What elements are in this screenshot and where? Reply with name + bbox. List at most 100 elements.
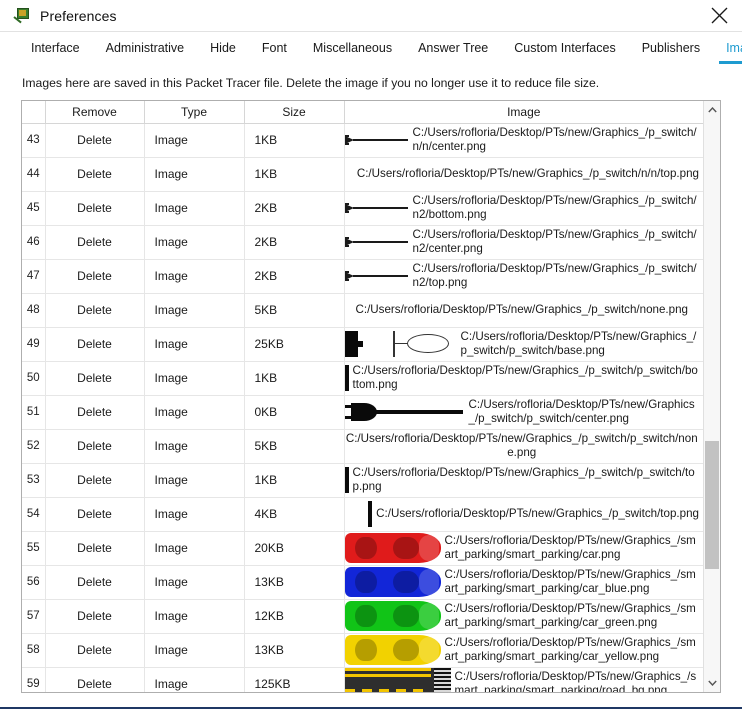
base-thumbnail xyxy=(344,331,457,357)
delete-link[interactable]: Delete xyxy=(45,293,145,328)
table-row[interactable]: 46 Delete Image 2KB C:/Users/rofloria/Deskto… xyxy=(22,225,703,260)
delete-link[interactable]: Delete xyxy=(45,667,145,692)
row-type: Image xyxy=(144,667,245,692)
delete-link[interactable]: Delete xyxy=(45,463,145,498)
delete-link[interactable]: Delete xyxy=(45,565,145,600)
table-row[interactable]: 44 Delete Image 1KB C:/Users/rofloria/Deskto… xyxy=(22,157,703,192)
column-header-size[interactable]: Size xyxy=(244,101,345,124)
table-row[interactable]: 56 Delete Image 13KB C:/Users/rofloria/Deskt… xyxy=(22,565,703,600)
description-text: Images here are saved in this Packet Tra… xyxy=(22,76,600,90)
row-index: 48 xyxy=(22,293,46,328)
table-row[interactable]: 47 Delete Image 2KB C:/Users/rofloria/Deskto… xyxy=(22,259,703,294)
car-thumbnail xyxy=(344,635,441,665)
car-thumbnail xyxy=(344,601,441,631)
title-bar: Preferences xyxy=(0,0,742,31)
column-header-remove[interactable]: Remove xyxy=(45,101,145,124)
packet-tracer-icon xyxy=(13,7,31,24)
table-row[interactable]: 58 Delete Image 13KB C:/Users/rofloria/Deskt… xyxy=(22,633,703,668)
delete-link[interactable]: Delete xyxy=(45,327,145,362)
tab-custom-interfaces[interactable]: Custom Interfaces xyxy=(501,41,628,64)
tab-miscellaneous[interactable]: Miscellaneous xyxy=(300,41,405,64)
table-row[interactable]: 51 Delete Image 0KB C:/Users/rofloria/Deskto… xyxy=(22,395,703,430)
image-thumbnail xyxy=(344,532,441,565)
delete-link[interactable]: Delete xyxy=(45,633,145,668)
table-row[interactable]: 59 Delete Image 125KB C:/Users/rofloria/Desk… xyxy=(22,667,703,692)
column-header-index xyxy=(22,101,46,124)
row-index: 59 xyxy=(22,667,46,692)
row-size: 2KB xyxy=(244,225,345,260)
table-row[interactable]: 53 Delete Image 1KB C:/Users/rofloria/Deskto… xyxy=(22,463,703,498)
image-path: C:/Users/rofloria/Desktop/PTs/new/Graphi… xyxy=(376,507,699,520)
row-image-cell: C:/Users/rofloria/Desktop/PTs/new/Graphi… xyxy=(344,123,703,158)
row-image-cell: C:/Users/rofloria/Desktop/PTs/new/Graphi… xyxy=(344,157,703,192)
vertical-scrollbar[interactable] xyxy=(703,101,720,692)
image-thumbnail xyxy=(344,260,409,293)
delete-link[interactable]: Delete xyxy=(45,225,145,260)
delete-link[interactable]: Delete xyxy=(45,123,145,158)
row-size: 13KB xyxy=(244,633,345,668)
delete-link[interactable]: Delete xyxy=(45,599,145,634)
scroll-down-icon[interactable] xyxy=(704,674,720,692)
row-index: 55 xyxy=(22,531,46,566)
row-type: Image xyxy=(144,157,245,192)
table-row[interactable]: 57 Delete Image 12KB C:/Users/rofloria/Deskt… xyxy=(22,599,703,634)
image-path: C:/Users/rofloria/Desktop/PTs/new/Graphi… xyxy=(345,432,698,459)
row-type: Image xyxy=(144,429,245,464)
row-size: 2KB xyxy=(244,259,345,294)
row-image-cell: C:/Users/rofloria/Desktop/PTs/new/Graphi… xyxy=(344,497,703,532)
delete-link[interactable]: Delete xyxy=(45,497,145,532)
window-title: Preferences xyxy=(40,7,117,24)
table-row[interactable]: 52 Delete Image 5KB C:/Users/rofloria/Deskto… xyxy=(22,429,703,464)
row-image-cell: C:/Users/rofloria/Desktop/PTs/new/Graphi… xyxy=(344,429,703,464)
car-thumbnail xyxy=(344,567,441,597)
delete-link[interactable]: Delete xyxy=(45,531,145,566)
row-type: Image xyxy=(144,327,245,362)
tab-image-cleanup[interactable]: Image Cleanup xyxy=(713,41,742,64)
delete-link[interactable]: Delete xyxy=(45,259,145,294)
image-cleanup-table: Remove Type Size Image 43 Delete Image 1KB C… xyxy=(22,101,703,692)
table-row[interactable]: 45 Delete Image 2KB C:/Users/rofloria/Deskto… xyxy=(22,191,703,226)
tab-interface[interactable]: Interface xyxy=(18,41,93,64)
table-row[interactable]: 55 Delete Image 20KB C:/Users/rofloria/Deskt… xyxy=(22,531,703,566)
tab-hide[interactable]: Hide xyxy=(197,41,249,64)
window-bottom-padding xyxy=(0,693,742,707)
table-row[interactable]: 54 Delete Image 4KB C:/Users/rofloria/Deskto… xyxy=(22,497,703,532)
delete-link[interactable]: Delete xyxy=(45,429,145,464)
scrollbar-thumb[interactable] xyxy=(705,440,719,569)
delete-link[interactable]: Delete xyxy=(45,157,145,192)
row-size: 1KB xyxy=(244,361,345,396)
row-type: Image xyxy=(144,395,245,430)
column-header-image[interactable]: Image xyxy=(344,101,703,124)
column-header-type[interactable]: Type xyxy=(144,101,245,124)
image-path: C:/Users/rofloria/Desktop/PTs/new/Graphi… xyxy=(460,330,697,357)
preferences-window: Preferences Interface Administrative Hid… xyxy=(0,0,742,709)
table-scroll-area: Remove Type Size Image 43 Delete Image 1KB C… xyxy=(22,101,703,692)
scrollbar-track[interactable] xyxy=(704,119,720,674)
row-image-cell: C:/Users/rofloria/Desktop/PTs/new/Graphi… xyxy=(344,225,703,260)
tab-answer-tree[interactable]: Answer Tree xyxy=(405,41,501,64)
delete-link[interactable]: Delete xyxy=(45,395,145,430)
image-path: C:/Users/rofloria/Desktop/PTs/new/Graphi… xyxy=(412,262,697,289)
table-row[interactable]: 48 Delete Image 5KB C:/Users/rofloria/Deskto… xyxy=(22,293,703,328)
row-image-cell: C:/Users/rofloria/Desktop/PTs/new/Graphi… xyxy=(344,327,703,362)
table-row[interactable]: 50 Delete Image 1KB C:/Users/rofloria/Deskto… xyxy=(22,361,703,396)
preferences-tabs: Interface Administrative Hide Font Misce… xyxy=(0,32,742,64)
delete-link[interactable]: Delete xyxy=(45,191,145,226)
tab-font[interactable]: Font xyxy=(249,41,300,64)
image-path: C:/Users/rofloria/Desktop/PTs/new/Graphi… xyxy=(454,670,697,692)
row-type: Image xyxy=(144,123,245,158)
row-type: Image xyxy=(144,565,245,600)
table-row[interactable]: 49 Delete Image 25KB C:/Users/rofloria/Deskt… xyxy=(22,327,703,362)
tab-administrative[interactable]: Administrative xyxy=(93,41,198,64)
scroll-up-icon[interactable] xyxy=(704,101,720,119)
table-row[interactable]: 43 Delete Image 1KB C:/Users/rofloria/Deskto… xyxy=(22,123,703,158)
delete-link[interactable]: Delete xyxy=(45,361,145,396)
image-path: C:/Users/rofloria/Desktop/PTs/new/Graphi… xyxy=(412,228,697,255)
image-path: C:/Users/rofloria/Desktop/PTs/new/Graphi… xyxy=(444,602,696,629)
image-thumbnail xyxy=(344,396,465,429)
close-icon[interactable] xyxy=(696,0,742,31)
plug-thumbnail xyxy=(344,235,409,249)
row-index: 44 xyxy=(22,157,46,192)
tab-publishers[interactable]: Publishers xyxy=(629,41,713,64)
row-size: 1KB xyxy=(244,157,345,192)
